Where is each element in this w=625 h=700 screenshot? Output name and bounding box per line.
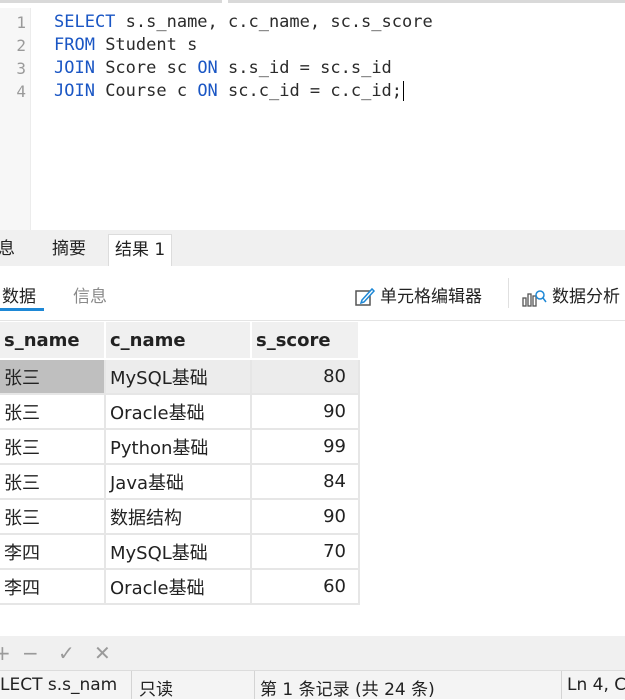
line-number-gutter: 1 2 3 4 [0,8,31,230]
table-cell[interactable]: 张三 [0,498,106,535]
table-cell[interactable]: MySQL基础 [105,533,252,570]
table-cell[interactable]: 李四 [0,568,106,605]
sql-keyword: ON [197,81,218,101]
table-cell[interactable]: Oracle基础 [105,568,252,605]
tab-edge-left [0,0,222,3]
data-analysis-label: 数据分析 [552,287,620,307]
toolbar-divider [508,278,509,308]
grid-edit-toolbar: + − ✓ ✕ [0,636,625,670]
table-row[interactable]: 李四 MySQL基础 70 [0,533,360,570]
table-row[interactable]: 张三 数据结构 90 [0,498,360,535]
sql-text: Score sc [94,58,198,78]
sql-keyword: ON [197,58,218,78]
status-divider [254,671,255,699]
sql-editor[interactable]: 1 2 3 4 SELECT s.s_name, c.c_name, sc.s_… [0,8,625,230]
sql-text: Student s [94,35,198,55]
discard-changes-icon[interactable]: ✕ [94,641,111,665]
subtab-data[interactable]: 数据 [2,282,36,307]
subtab-info[interactable]: 信息 [73,282,107,307]
table-row[interactable]: 张三 Java基础 84 [0,463,360,500]
status-query: LECT s.s_nam [0,675,118,695]
column-header-s-name[interactable]: s_name [0,322,106,360]
add-record-icon[interactable]: + [0,641,11,665]
code-line[interactable]: SELECT s.s_name, c.c_name, sc.s_score [54,11,433,34]
line-number: 2 [16,36,26,55]
apply-changes-icon[interactable]: ✓ [58,641,75,665]
tab-summary[interactable]: 摘要 [46,234,92,265]
sql-keyword: FROM [54,35,95,55]
delete-record-icon[interactable]: − [22,641,39,665]
tab-info[interactable]: 息 [0,234,21,265]
sql-text: sc.c_id = c.c_id; [217,81,403,101]
table-cell[interactable]: MySQL基础 [105,358,252,395]
active-subtab-underline [0,308,44,311]
result-grid: s_name c_name s_score 张三 MySQL基础 80 张三 O… [0,322,360,605]
table-cell[interactable]: 张三 [0,428,106,465]
sql-keyword: JOIN [54,58,95,78]
table-cell[interactable]: Oracle基础 [105,393,252,430]
code-line[interactable]: JOIN Score sc ON s.s_id = sc.s_id [54,57,392,80]
table-cell[interactable]: 数据结构 [105,498,252,535]
table-cell[interactable]: Python基础 [105,428,252,465]
code-line[interactable]: JOIN Course c ON sc.c_id = c.c_id; [54,80,405,103]
table-cell[interactable]: 张三 [0,463,106,500]
table-cell[interactable]: Java基础 [105,463,252,500]
chart-search-icon [522,290,547,307]
status-divider [561,671,562,699]
status-cursor-position: Ln 4, C [567,675,625,695]
line-number: 4 [16,82,26,101]
sql-text: s.s_id = sc.s_id [217,58,392,78]
sql-keyword: SELECT [54,12,116,32]
cell-editor-label: 单元格编辑器 [380,287,482,307]
sql-keyword: JOIN [54,81,95,101]
status-divider [131,671,132,699]
table-cell[interactable]: 80 [251,358,360,395]
status-readonly: 只读 [139,680,173,700]
column-header-s-score[interactable]: s_score [251,322,360,360]
grid-header-row: s_name c_name s_score [0,322,360,360]
table-row[interactable]: 张三 MySQL基础 80 [0,358,360,395]
table-row[interactable]: 张三 Python基础 99 [0,428,360,465]
table-cell[interactable]: 90 [251,498,360,535]
cell-editor-button[interactable]: 单元格编辑器 [354,282,482,308]
tab-edge-right [228,0,625,3]
code-line[interactable]: FROM Student s [54,34,197,57]
line-number: 1 [16,13,26,32]
table-row[interactable]: 李四 Oracle基础 60 [0,568,360,605]
table-cell[interactable]: 70 [251,533,360,570]
table-cell[interactable]: 60 [251,568,360,605]
top-strip [0,0,625,8]
table-cell[interactable]: 90 [251,393,360,430]
text-caret [403,81,405,101]
table-cell[interactable]: 李四 [0,533,106,570]
table-cell[interactable]: 张三 [0,358,106,395]
data-analysis-button[interactable]: 数据分析 [522,282,620,308]
table-cell[interactable]: 84 [251,463,360,500]
result-tabs-bar: 息 摘要 结果 1 [0,230,625,267]
status-bar: LECT s.s_nam 只读 第 1 条记录 (共 24 条) Ln 4, C [0,670,625,700]
table-row[interactable]: 张三 Oracle基础 90 [0,393,360,430]
sql-text: s.s_name, c.c_name, sc.s_score [115,12,433,32]
status-record-count: 第 1 条记录 (共 24 条) [260,680,435,700]
pencil-edit-icon [355,287,376,306]
table-cell[interactable]: 99 [251,428,360,465]
table-cell[interactable]: 张三 [0,393,106,430]
line-number: 3 [16,59,26,78]
result-subbar: 数据 信息 单元格编辑器 数据分析 [0,266,625,321]
tab-result-1[interactable]: 结果 1 [108,234,173,266]
sql-text: Course c [94,81,198,101]
column-header-c-name[interactable]: c_name [105,322,252,360]
